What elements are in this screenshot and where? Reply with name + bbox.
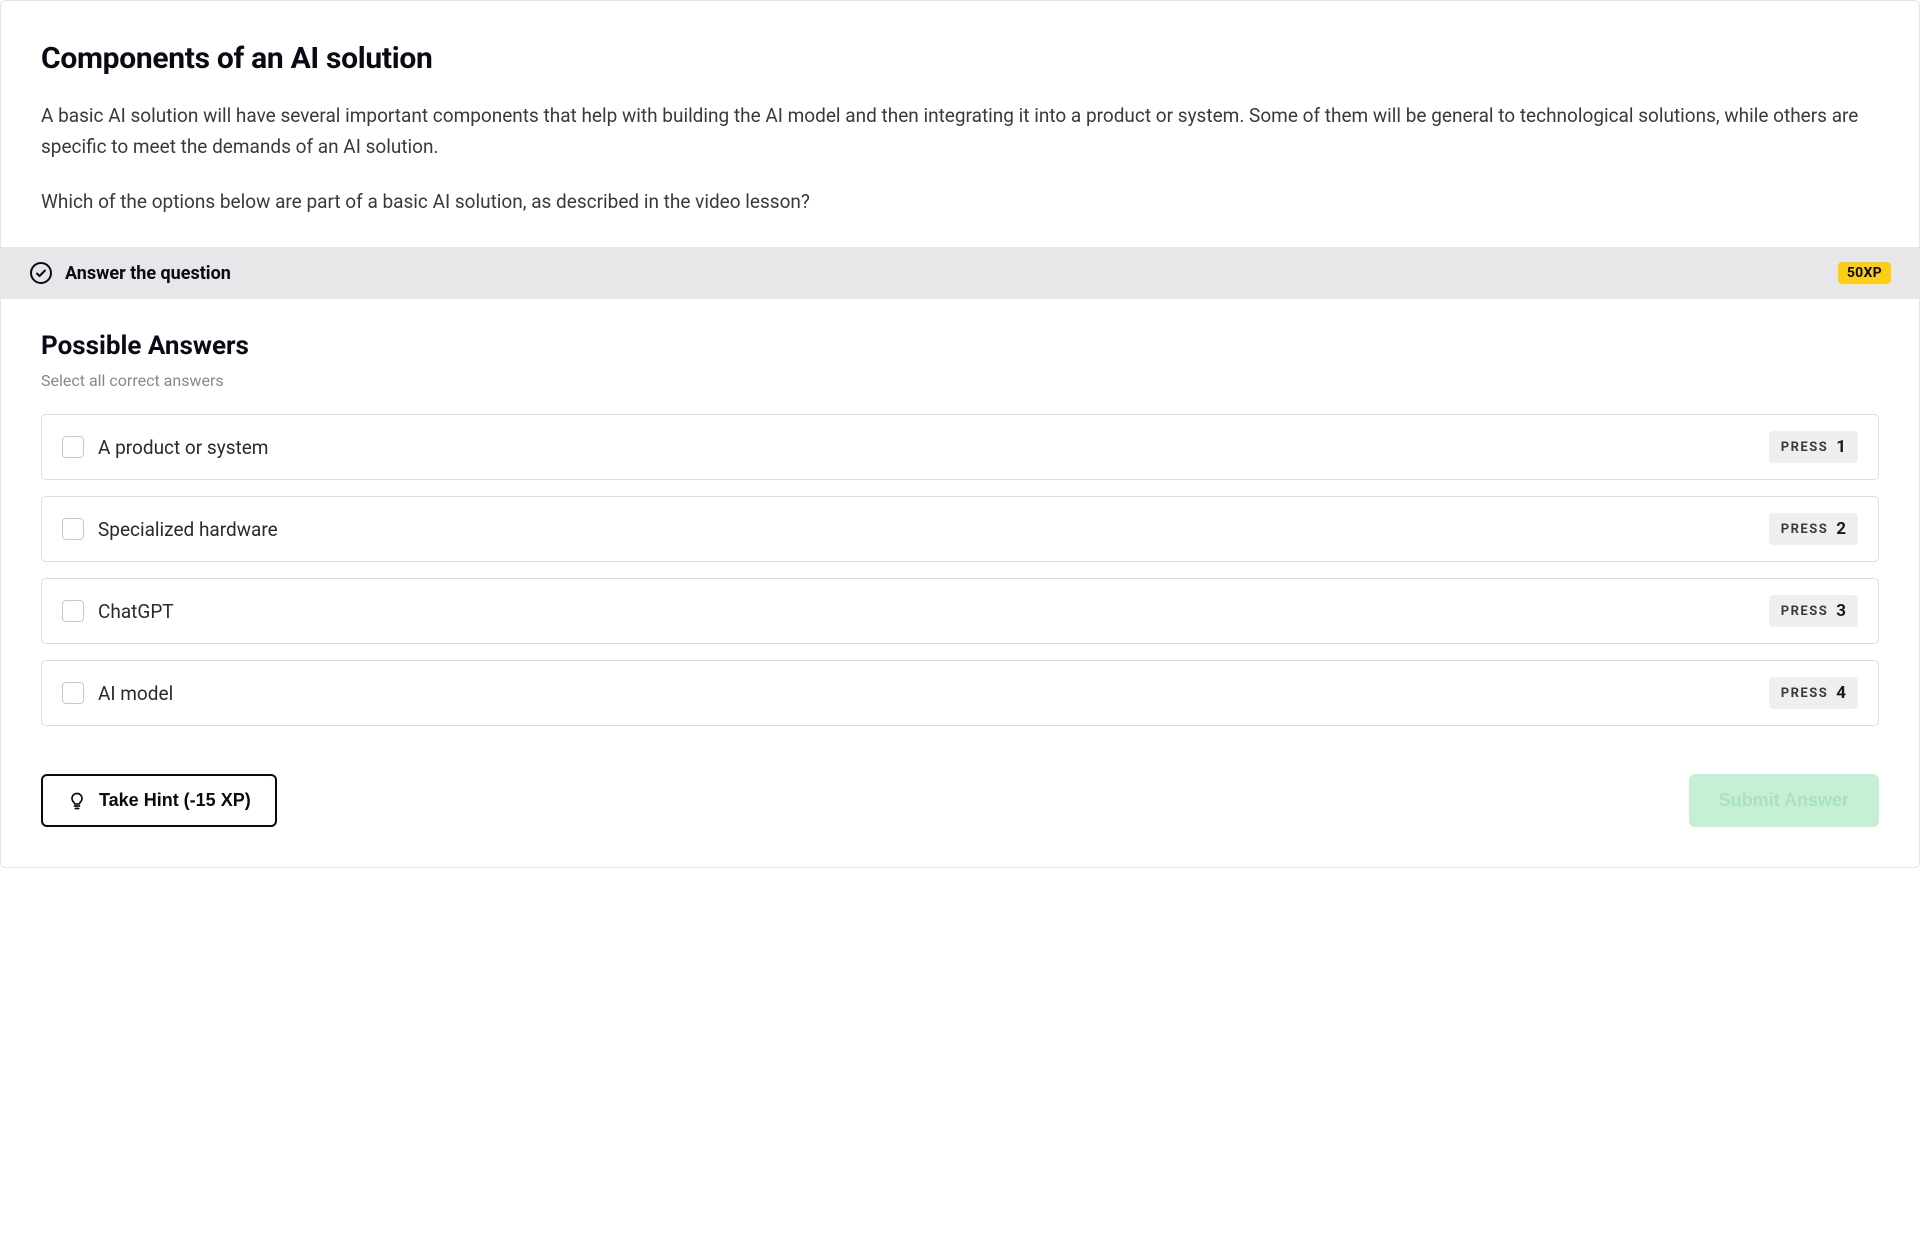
submit-button[interactable]: Submit Answer [1689,774,1879,827]
answers-section: Possible Answers Select all correct answ… [1,299,1919,867]
press-number: 4 [1836,683,1846,703]
header-section: Components of an AI solution A basic AI … [1,1,1919,247]
press-badge: PRESS 4 [1769,677,1858,709]
answer-left: ChatGPT [62,600,174,623]
answer-label: A product or system [98,436,268,459]
answer-left: AI model [62,682,173,705]
instruction-text: Answer the question [65,263,231,284]
press-text: PRESS [1781,440,1829,455]
answer-left: Specialized hardware [62,518,278,541]
checkbox[interactable] [62,436,84,458]
press-number: 3 [1836,601,1846,621]
quiz-question: Which of the options below are part of a… [41,187,1879,217]
quiz-container: Components of an AI solution A basic AI … [0,0,1920,868]
checkbox[interactable] [62,518,84,540]
answer-left: A product or system [62,436,268,459]
footer-row: Take Hint (-15 XP) Submit Answer [41,774,1879,827]
answer-label: AI model [98,682,173,705]
instruction-bar: Answer the question 50XP [1,247,1919,299]
xp-badge: 50XP [1838,262,1891,284]
press-text: PRESS [1781,604,1829,619]
answers-title: Possible Answers [41,331,1879,361]
press-number: 1 [1836,437,1846,457]
answer-option[interactable]: Specialized hardware PRESS 2 [41,496,1879,562]
press-badge: PRESS 1 [1769,431,1858,463]
press-text: PRESS [1781,686,1829,701]
quiz-title: Components of an AI solution [41,41,1879,76]
lightbulb-icon [67,791,87,811]
answers-subtitle: Select all correct answers [41,371,1879,390]
hint-button[interactable]: Take Hint (-15 XP) [41,774,277,827]
hint-button-label: Take Hint (-15 XP) [99,790,251,811]
press-number: 2 [1836,519,1846,539]
checkbox[interactable] [62,682,84,704]
instruction-left: Answer the question [29,261,231,285]
answer-label: ChatGPT [98,600,174,623]
answer-option[interactable]: AI model PRESS 4 [41,660,1879,726]
quiz-description: A basic AI solution will have several im… [41,100,1879,163]
checkbox[interactable] [62,600,84,622]
press-badge: PRESS 2 [1769,513,1858,545]
answer-option[interactable]: A product or system PRESS 1 [41,414,1879,480]
press-text: PRESS [1781,522,1829,537]
check-circle-icon [29,261,53,285]
answer-list: A product or system PRESS 1 Specialized … [41,414,1879,726]
press-badge: PRESS 3 [1769,595,1858,627]
answer-label: Specialized hardware [98,518,278,541]
answer-option[interactable]: ChatGPT PRESS 3 [41,578,1879,644]
